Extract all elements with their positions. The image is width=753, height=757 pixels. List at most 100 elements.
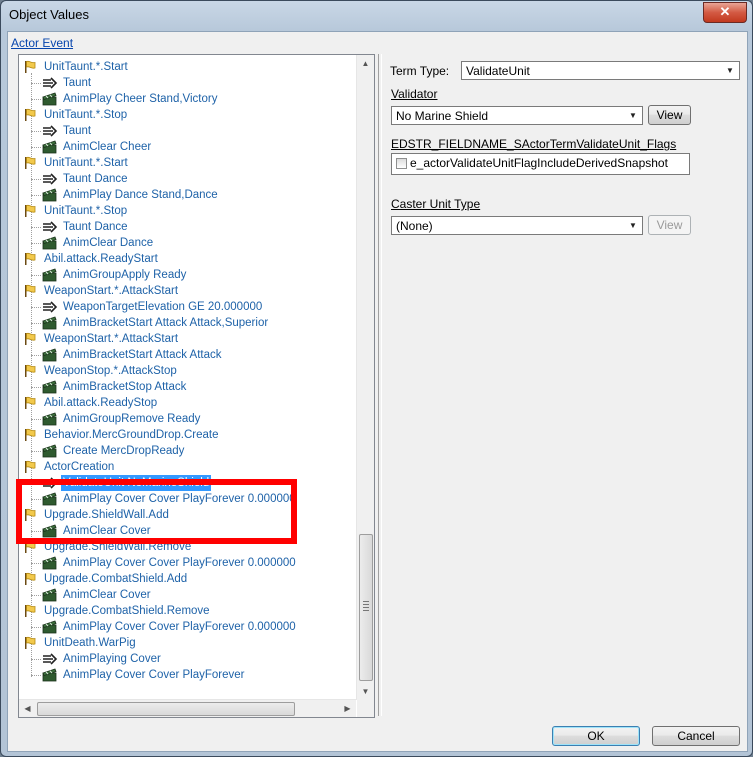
tree-connector [31,147,41,148]
chevron-down-icon: ▼ [726,66,734,75]
clapper-action-icon [42,316,58,330]
caster-unit-type-label: Caster Unit Type [391,197,481,211]
grip-line [363,607,369,608]
tree-node-label: AnimClear Cover [63,589,151,601]
scroll-down-arrow-icon[interactable]: ▼ [357,683,374,700]
flags-label: EDSTR_FIELDNAME_SActorTermValidateUnit_F… [391,137,677,151]
tree-connector [31,419,41,420]
clapper-action-icon [42,188,58,202]
flag-checkbox[interactable] [396,158,407,169]
tree-node-label: AnimBracketStart Attack Attack,Superior [63,317,269,329]
tree-node-label: Taunt [63,77,92,89]
grip-line [363,601,369,602]
scroll-left-arrow-icon[interactable]: ◀ [19,700,36,717]
grip-line [363,610,369,611]
arrow-condition-icon [42,172,58,186]
tree-node-label: AnimBracketStart Attack Attack [63,349,222,361]
validator-view-button[interactable]: View [648,105,691,125]
tree-node-label: Abil.attack.ReadyStop [44,397,158,409]
event-flag-icon [23,604,39,618]
caster-view-button[interactable]: View [648,215,691,235]
tree-connector [31,595,41,596]
term-type-select[interactable]: ValidateUnit ▼ [461,61,740,80]
scroll-up-arrow-icon[interactable]: ▲ [357,55,374,72]
event-flag-icon [23,156,39,170]
horizontal-scrollbar[interactable]: ◀ ▶ [19,699,356,717]
tree-node-label: UnitTaunt.*.Start [44,61,128,73]
event-flag-icon [23,332,39,346]
event-flag-icon [23,428,39,442]
tree-node-label: WeaponStop.*.AttackStop [44,365,177,377]
clapper-action-icon [42,268,58,282]
tree-node-label: Create MercDropReady [63,445,185,457]
vertical-scroll-thumb[interactable] [359,534,373,681]
tree-node-label: Upgrade.CombatShield.Add [44,573,188,585]
tree-connector [31,451,41,452]
event-flag-icon [23,636,39,650]
vertical-scrollbar[interactable]: ▲ ▼ [356,55,374,700]
validator-label: Validator [391,87,438,101]
event-flag-icon [23,460,39,474]
event-flag-icon [23,252,39,266]
tree-connector [31,307,41,308]
tree-node-label: Taunt Dance [63,173,128,185]
tree-connector [31,387,41,388]
validator-value: No Marine Shield [396,109,489,123]
arrow-condition-icon [42,76,58,90]
scrollbar-corner [357,700,374,717]
tree-node-label: AnimGroupApply Ready [63,269,187,281]
tree-node-label: AnimPlay Dance Stand,Dance [63,189,218,201]
tree-node-label: WeaponTargetElevation GE 20.000000 [63,301,263,313]
ok-button[interactable]: OK [552,726,640,746]
chevron-down-icon: ▼ [629,221,637,230]
grip-line [363,604,369,605]
tree-node-label: Taunt [63,125,92,137]
tree-connector [31,627,41,628]
tree-node-label: Taunt Dance [63,221,128,233]
tree-node-label: UnitTaunt.*.Start [44,157,128,169]
tree-node-label: UnitTaunt.*.Stop [44,109,128,121]
tree-node-label: AnimGroupRemove Ready [63,413,201,425]
tree-connector [31,83,41,84]
tree-node-label: AnimPlay Cheer Stand,Victory [63,93,218,105]
tree-node-label: Behavior.MercGroundDrop.Create [44,429,219,441]
arrow-condition-icon [42,300,58,314]
clapper-action-icon [42,668,58,682]
horizontal-scroll-thumb[interactable] [37,702,295,716]
actor-event-link[interactable]: Actor Event [11,36,73,50]
dialog-client-area: Actor Event UnitTaunt.*.Start Taunt AnimPl… [7,31,748,752]
event-tree[interactable]: UnitTaunt.*.Start Taunt AnimPlay Cheer Sta… [18,54,375,718]
title-bar[interactable]: Object Values ✕ [1,1,752,31]
event-flag-icon [23,108,39,122]
flags-list[interactable]: e_actorValidateUnitFlagIncludeDerivedSna… [391,153,690,175]
tree-node-label: UnitDeath.WarPig [44,637,136,649]
tree-connector [31,131,41,132]
tree-connector [31,195,41,196]
tree-connector [31,99,41,100]
clapper-action-icon [42,92,58,106]
tree-node-label: Upgrade.CombatShield.Remove [44,605,210,617]
highlight-annotation-box [16,479,297,544]
scroll-right-arrow-icon[interactable]: ▶ [339,700,356,717]
cancel-button[interactable]: Cancel [652,726,740,746]
tree-connector [31,563,41,564]
event-flag-icon [23,60,39,74]
pane-splitter[interactable] [378,54,382,716]
tree-connector [31,323,41,324]
validator-select[interactable]: No Marine Shield ▼ [391,106,643,125]
term-type-value: ValidateUnit [466,64,530,78]
window-title: Object Values [9,7,89,22]
tree-node-label: AnimPlay Cover Cover PlayForever 0.00000… [63,557,296,569]
tree-node-label: UnitTaunt.*.Stop [44,205,128,217]
tree-node-label: AnimPlaying Cover [63,653,161,665]
event-flag-icon [23,204,39,218]
chevron-down-icon: ▼ [629,111,637,120]
event-flag-icon [23,284,39,298]
caster-unit-type-select[interactable]: (None) ▼ [391,216,643,235]
clapper-action-icon [42,412,58,426]
clapper-action-icon [42,380,58,394]
clapper-action-icon [42,620,58,634]
close-button[interactable]: ✕ [703,2,747,23]
tree-connector [31,355,41,356]
tree-node-label: AnimPlay Cover Cover PlayForever 0.00000… [63,621,296,633]
